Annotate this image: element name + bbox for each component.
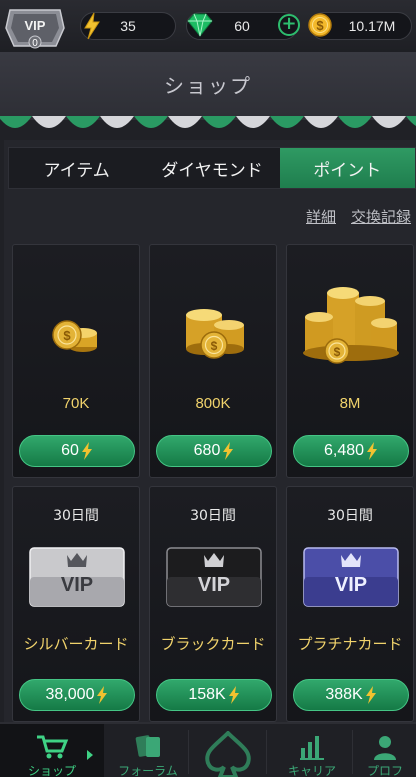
platinum-vip-card-icon: VIP	[303, 547, 399, 607]
tab-label: ポイント	[313, 160, 382, 181]
top-status-bar: VIP 0 35 60 + 10.17M $	[0, 0, 416, 52]
vip-card-offer[interactable]: 30日間 VIP ブラックカード 158K	[149, 486, 277, 722]
vip-badge-text: VIP	[25, 18, 46, 33]
lightning-icon	[84, 12, 100, 40]
silver-vip-card-icon: VIP	[29, 547, 125, 607]
nav-label: プロフ	[366, 764, 403, 777]
coin-icon: $	[308, 13, 332, 37]
details-link[interactable]: 詳細	[306, 206, 336, 227]
svg-text:$: $	[334, 345, 341, 359]
nav-career[interactable]: キャリア	[272, 724, 352, 777]
vip-card-name: ブラックカード	[160, 635, 266, 653]
tab-label: ダイヤモンド	[161, 160, 263, 181]
spade-logo-icon	[205, 731, 251, 777]
page-title: ショップ	[164, 73, 252, 98]
cards-icon	[135, 735, 160, 757]
awning-decoration	[0, 114, 416, 128]
coin-pack-amount: 8M	[339, 395, 361, 412]
coin-stack-medium-icon: $	[186, 309, 244, 359]
buy-button[interactable]: 38,000	[19, 679, 135, 711]
buy-button[interactable]: 388K	[293, 679, 409, 711]
buy-button[interactable]: 158K	[156, 679, 272, 711]
bar-chart-icon	[300, 736, 324, 760]
tab-diamonds[interactable]: ダイヤモンド	[144, 148, 279, 188]
svg-text:$: $	[316, 18, 324, 33]
bottom-navigation: ショップ フォーラム キャリア プロフ	[0, 722, 416, 777]
price-label: 38,000	[45, 686, 95, 703]
svg-text:$: $	[63, 328, 71, 343]
buy-button[interactable]: 60	[19, 435, 135, 467]
lightning-icon	[367, 442, 378, 460]
price-label: 6,480	[323, 442, 365, 459]
nav-forum[interactable]: フォーラム	[108, 724, 188, 777]
shop-tabs: アイテム ダイヤモンド ポイント	[8, 147, 416, 189]
coin-stack-large-icon: $	[303, 287, 399, 364]
chevron-right-icon	[87, 750, 93, 760]
nav-profile[interactable]: プロフ	[354, 724, 416, 777]
vip-card-offer[interactable]: 30日間 VIP プラチナカード 388K	[286, 486, 414, 722]
tab-label: アイテム	[43, 160, 110, 181]
nav-label: フォーラム	[118, 764, 178, 777]
lightning-icon	[97, 686, 108, 704]
duration-label: 30日間	[327, 508, 373, 524]
svg-text:$: $	[211, 339, 218, 353]
lightning-icon	[228, 686, 239, 704]
diamond-icon	[187, 13, 213, 37]
coin-pack-card[interactable]: $ 8M 6,480	[286, 244, 414, 478]
add-gems-button[interactable]: +	[278, 14, 300, 36]
tab-items[interactable]: アイテム	[9, 148, 144, 188]
coin-pack-amount: 800K	[195, 395, 231, 412]
coin-pack-amount: 70K	[62, 395, 90, 412]
person-icon	[374, 736, 396, 760]
price-label: 158K	[188, 686, 226, 703]
vip-card-offer[interactable]: 30日間 VIP シルバーカード 38,000	[12, 486, 140, 722]
tab-points[interactable]: ポイント	[279, 148, 415, 188]
coin-pack-card[interactable]: $ 70K 60	[12, 244, 140, 478]
duration-label: 30日間	[53, 508, 99, 524]
duration-label: 30日間	[190, 508, 236, 524]
buy-button[interactable]: 6,480	[293, 435, 409, 467]
lightning-icon	[365, 686, 376, 704]
exchange-history-link[interactable]: 交換記録	[351, 206, 411, 227]
vip-level-badge[interactable]: VIP 0	[4, 6, 66, 50]
coin-stack-small-icon: $	[52, 320, 97, 352]
cart-icon	[37, 735, 69, 759]
vip-card-text: VIP	[198, 574, 230, 596]
lightning-icon	[223, 442, 234, 460]
lightning-icon	[81, 442, 92, 460]
vip-card-name: プラチナカード	[297, 635, 403, 653]
vip-card-text: VIP	[335, 574, 367, 596]
vip-card-name: シルバーカード	[23, 635, 129, 653]
title-bar: ショップ	[0, 52, 416, 116]
nav-home[interactable]	[190, 724, 266, 777]
vip-card-text: VIP	[61, 574, 93, 596]
nav-label: ショップ	[27, 764, 76, 777]
price-label: 388K	[325, 686, 363, 703]
black-vip-card-icon: VIP	[166, 547, 262, 607]
vip-level-number: 0	[32, 38, 38, 49]
coin-pack-card[interactable]: $ 800K 680	[149, 244, 277, 478]
buy-button[interactable]: 680	[156, 435, 272, 467]
price-label: 680	[193, 442, 221, 459]
price-label: 60	[61, 442, 79, 459]
nav-label: キャリア	[287, 764, 336, 777]
